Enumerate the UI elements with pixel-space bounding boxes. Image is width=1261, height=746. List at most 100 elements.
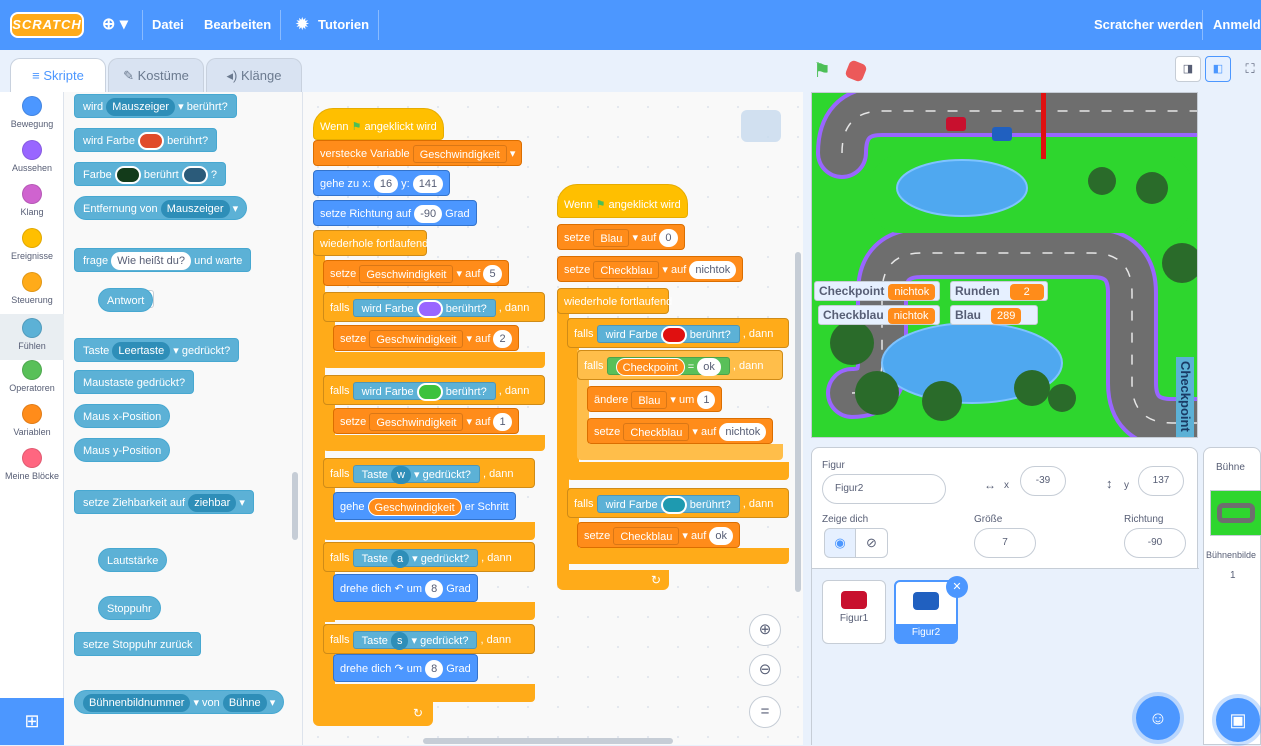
goto-xy-block[interactable]: gehe zu x: 16 y: 141: [313, 170, 451, 196]
category-motion[interactable]: Bewegung: [0, 96, 64, 140]
script-horizontal-scrollbar[interactable]: [423, 738, 673, 744]
mouse-x-block[interactable]: Maus x-Position: [74, 404, 171, 428]
zoom-reset-icon[interactable]: =: [749, 696, 781, 728]
size-input[interactable]: 7: [974, 528, 1036, 558]
checkpoint-label: Checkpoint: [1178, 361, 1193, 432]
if-touch-purple-block[interactable]: falls wird Farbe berührt? , dann: [323, 292, 545, 322]
x-arrow-icon: ↔: [984, 478, 996, 492]
if-key-a-block[interactable]: falls Taste a ▾ gedrückt? , dann: [323, 542, 535, 572]
sprite-thumb-figur1[interactable]: Figur1: [822, 580, 886, 644]
turn-right-block[interactable]: drehe dich ↷ um 8 Grad: [333, 654, 478, 682]
key-pressed-block[interactable]: Taste Leertaste ▾ gedrückt?: [74, 338, 240, 362]
stop-icon[interactable]: [844, 59, 868, 83]
file-menu[interactable]: Datei: [152, 0, 184, 50]
category-variables[interactable]: Variablen: [0, 404, 64, 448]
if-key-w-block[interactable]: falls Taste w ▾ gedrückt? , dann: [323, 458, 535, 488]
tutorials-icon[interactable]: ✹: [296, 0, 309, 50]
sprite-label: Figur: [822, 460, 845, 471]
sound-dot-icon: [22, 184, 42, 204]
touching-color-block[interactable]: wird Farbe berührt?: [74, 128, 218, 152]
of-sprite-block[interactable]: Bühnenbildnummer ▾ von Bühne ▾: [74, 690, 285, 714]
scratch-logo[interactable]: SCRATCH: [10, 12, 84, 38]
forever-block[interactable]: wiederhole fortlaufend: [313, 230, 428, 256]
set-speed-block[interactable]: setze Geschwindigkeit ▾ auf 5: [323, 260, 509, 286]
hide-eye-icon[interactable]: ⊘: [856, 528, 888, 558]
set-speed-1-block[interactable]: setze Geschwindigkeit ▾ auf 1: [333, 408, 519, 434]
join-link[interactable]: Scratcher werden: [1094, 0, 1203, 50]
tab-costumes[interactable]: ✎ Kostüme: [108, 58, 204, 92]
monitor-runden[interactable]: Runden 2: [950, 281, 1048, 301]
timer-block[interactable]: Stoppuhr: [98, 596, 161, 620]
change-blau-block[interactable]: ändere Blau ▾ um 1: [587, 386, 723, 412]
script-vertical-scrollbar[interactable]: [795, 252, 801, 592]
large-stage-icon[interactable]: ◧: [1205, 56, 1231, 82]
if-checkpoint-ok-block[interactable]: falls Checkpoint = ok , dann: [577, 350, 783, 380]
point-direction-block[interactable]: setze Richtung auf -90 Grad: [313, 200, 477, 226]
tab-code[interactable]: ≡ Skripte: [10, 58, 106, 94]
set-speed-2-block[interactable]: setze Geschwindigkeit ▾ auf 2: [333, 325, 519, 351]
answer-block[interactable]: Antwort: [98, 288, 154, 312]
sprite-name-input[interactable]: Figur2: [822, 474, 946, 504]
sign-in-link[interactable]: Anmelde: [1213, 0, 1261, 50]
if-touch-red-block[interactable]: falls wird Farbe berührt? , dann: [567, 318, 789, 348]
reset-timer-block[interactable]: setze Stoppuhr zurück: [74, 632, 202, 656]
if-touch-teal-block[interactable]: falls wird Farbe berührt? , dann: [567, 488, 789, 518]
fullscreen-icon[interactable]: ⛶: [1239, 56, 1261, 82]
add-sprite-icon[interactable]: ☺: [1136, 696, 1180, 740]
x-input[interactable]: -39: [1020, 466, 1066, 496]
loudness-block[interactable]: Lautstärke: [98, 548, 168, 572]
monitor-checkblau[interactable]: Checkblau nichtok: [818, 305, 940, 325]
monitor-checkpoint[interactable]: Checkpoint nichtok: [814, 281, 941, 301]
add-backdrop-icon[interactable]: ▣: [1216, 698, 1260, 742]
category-events[interactable]: Ereignisse: [0, 228, 64, 272]
category-looks[interactable]: Aussehen: [0, 140, 64, 184]
zoom-out-icon[interactable]: ⊖: [749, 654, 781, 686]
loop-arrow-icon: ↻: [413, 706, 424, 720]
forever-block-2[interactable]: wiederhole fortlaufend: [557, 288, 672, 314]
y-input[interactable]: 137: [1138, 466, 1184, 496]
set-checkblau-ok-block[interactable]: setze Checkblau ▾ auf ok: [577, 522, 740, 548]
category-operators[interactable]: Operatoren: [0, 360, 64, 404]
zoom-in-icon[interactable]: ⊕: [749, 614, 781, 646]
category-control[interactable]: Steuerung: [0, 272, 64, 316]
if-key-s-block[interactable]: falls Taste s ▾ gedrückt? , dann: [323, 624, 535, 654]
set-checkblau-block[interactable]: setze Checkblau ▾ auf nichtok: [557, 256, 744, 282]
small-stage-icon[interactable]: ◨: [1175, 56, 1201, 82]
variables-dot-icon: [22, 404, 42, 424]
category-myblocks[interactable]: Meine Blöcke: [0, 448, 64, 498]
set-checkblau-nichtok-block[interactable]: setze Checkblau ▾ auf nichtok: [587, 418, 774, 444]
tab-sounds[interactable]: ◂) Klänge: [206, 58, 302, 92]
category-sensing[interactable]: Fühlen: [0, 314, 64, 360]
ask-and-wait-block[interactable]: frage Wie heißt du? und warte: [74, 248, 252, 272]
direction-input[interactable]: -90: [1124, 528, 1186, 558]
distance-to-block[interactable]: Entfernung von Mauszeiger ▾: [74, 196, 248, 220]
set-drag-mode-block[interactable]: setze Ziehbarkeit auf ziehbar ▾: [74, 490, 254, 514]
if-touch-green-block[interactable]: falls wird Farbe berührt? , dann: [323, 375, 545, 405]
touching-object-block[interactable]: wird Mauszeiger ▾ berührt?: [74, 94, 237, 118]
stage-thumbnail[interactable]: [1210, 490, 1261, 536]
add-extension-icon[interactable]: ⊞: [0, 698, 64, 745]
stage[interactable]: Checkpoint Checkpoint nichtok Runden 2 Che…: [811, 92, 1198, 438]
hide-variable-block[interactable]: verstecke Variable Geschwindigkeit ▾: [313, 140, 523, 166]
mouse-down-block[interactable]: Maustaste gedrückt?: [74, 370, 195, 394]
when-flag-clicked-hat[interactable]: Wenn ⚑ angeklickt wird: [313, 108, 444, 140]
stage-selector[interactable]: Bühne Bühnenbilde 1 ▣: [1203, 447, 1261, 745]
events-dot-icon: [22, 228, 42, 248]
edit-menu[interactable]: Bearbeiten: [204, 0, 271, 50]
monitor-blau[interactable]: Blau 289: [950, 305, 1038, 325]
turn-left-block[interactable]: drehe dich ↶ um 8 Grad: [333, 574, 478, 602]
color-touching-color-block[interactable]: Farbe berührt ?: [74, 162, 226, 186]
green-flag-icon[interactable]: ⚑: [813, 58, 831, 83]
mouse-y-block[interactable]: Maus y-Position: [74, 438, 171, 462]
delete-sprite-icon[interactable]: ✕: [946, 576, 968, 598]
green-flag-icon-2: ⚑: [595, 199, 606, 211]
tutorials-menu[interactable]: Tutorien: [318, 0, 369, 50]
set-blau-block[interactable]: setze Blau ▾ auf 0: [557, 224, 685, 250]
show-eye-icon[interactable]: ◉: [824, 528, 856, 558]
move-steps-block[interactable]: gehe Geschwindigkeit er Schritt: [333, 492, 516, 520]
palette-scrollbar[interactable]: [292, 472, 298, 540]
category-sound[interactable]: Klang: [0, 184, 64, 228]
globe-icon[interactable]: ⊕ ▾: [102, 0, 128, 50]
rotate-right-icon: ↷: [394, 663, 404, 675]
when-flag-clicked-hat-2[interactable]: Wenn ⚑ angeklickt wird: [557, 184, 688, 218]
